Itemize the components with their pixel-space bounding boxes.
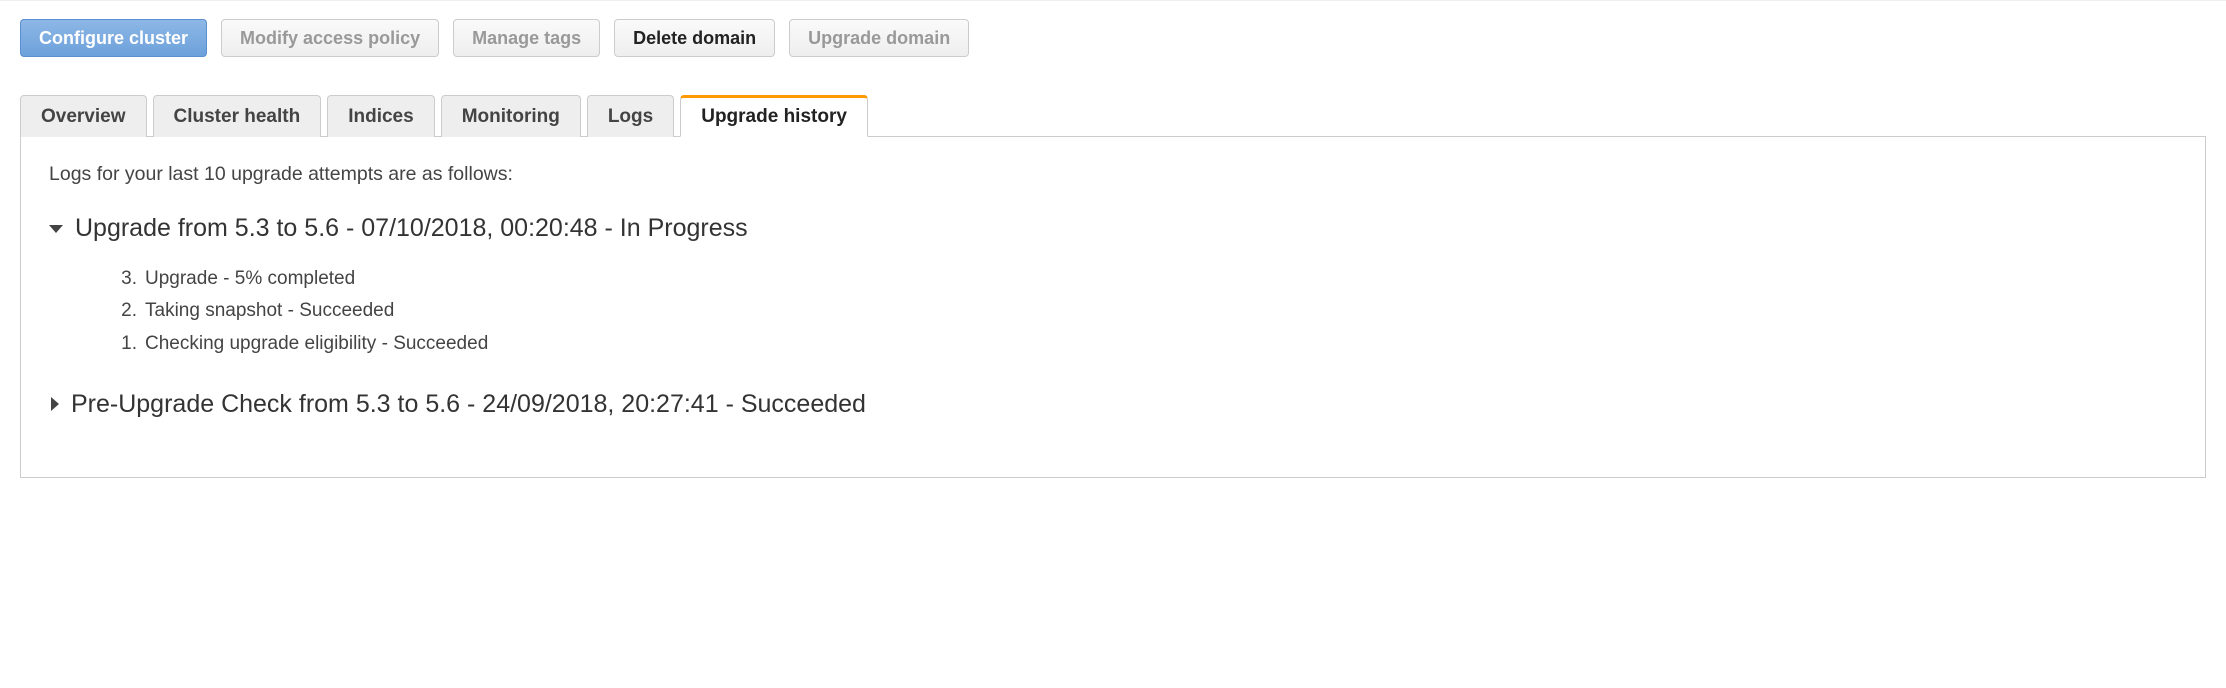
delete-domain-button[interactable]: Delete domain — [614, 19, 775, 57]
tab-upgrade-history[interactable]: Upgrade history — [680, 95, 868, 137]
chevron-down-icon — [49, 225, 63, 233]
modify-access-policy-button[interactable]: Modify access policy — [221, 19, 439, 57]
upgrade-step: 1. Checking upgrade eligibility - Succee… — [117, 328, 2177, 360]
upgrade-entry-title: Upgrade from 5.3 to 5.6 - 07/10/2018, 00… — [75, 214, 748, 243]
upgrade-step: 3. Upgrade - 5% completed — [117, 263, 2177, 295]
configure-cluster-button[interactable]: Configure cluster — [20, 19, 207, 57]
upgrade-entry-toggle[interactable]: Upgrade from 5.3 to 5.6 - 07/10/2018, 00… — [49, 214, 2177, 243]
tab-bar: Overview Cluster health Indices Monitori… — [20, 95, 2206, 137]
step-number: 3. — [117, 263, 137, 295]
upgrade-domain-button[interactable]: Upgrade domain — [789, 19, 969, 57]
tab-cluster-health[interactable]: Cluster health — [153, 95, 322, 137]
upgrade-entry-title: Pre-Upgrade Check from 5.3 to 5.6 - 24/0… — [71, 390, 866, 419]
tab-logs[interactable]: Logs — [587, 95, 674, 137]
manage-tags-button[interactable]: Manage tags — [453, 19, 600, 57]
upgrade-steps-list: 3. Upgrade - 5% completed 2. Taking snap… — [117, 263, 2177, 360]
tab-monitoring[interactable]: Monitoring — [441, 95, 581, 137]
step-number: 1. — [117, 328, 137, 360]
chevron-right-icon — [51, 397, 59, 411]
step-text: Taking snapshot - Succeeded — [145, 295, 394, 327]
upgrade-entry-toggle[interactable]: Pre-Upgrade Check from 5.3 to 5.6 - 24/0… — [49, 390, 2177, 419]
upgrade-history-panel: Logs for your last 10 upgrade attempts a… — [20, 136, 2206, 478]
upgrade-step: 2. Taking snapshot - Succeeded — [117, 295, 2177, 327]
panel-intro-text: Logs for your last 10 upgrade attempts a… — [49, 163, 2177, 186]
upgrade-entry: Pre-Upgrade Check from 5.3 to 5.6 - 24/0… — [49, 390, 2177, 419]
action-toolbar: Configure cluster Modify access policy M… — [20, 19, 2206, 57]
tab-overview[interactable]: Overview — [20, 95, 147, 137]
tab-indices[interactable]: Indices — [327, 95, 434, 137]
upgrade-entry: Upgrade from 5.3 to 5.6 - 07/10/2018, 00… — [49, 214, 2177, 360]
step-number: 2. — [117, 295, 137, 327]
step-text: Upgrade - 5% completed — [145, 263, 355, 295]
step-text: Checking upgrade eligibility - Succeeded — [145, 328, 488, 360]
